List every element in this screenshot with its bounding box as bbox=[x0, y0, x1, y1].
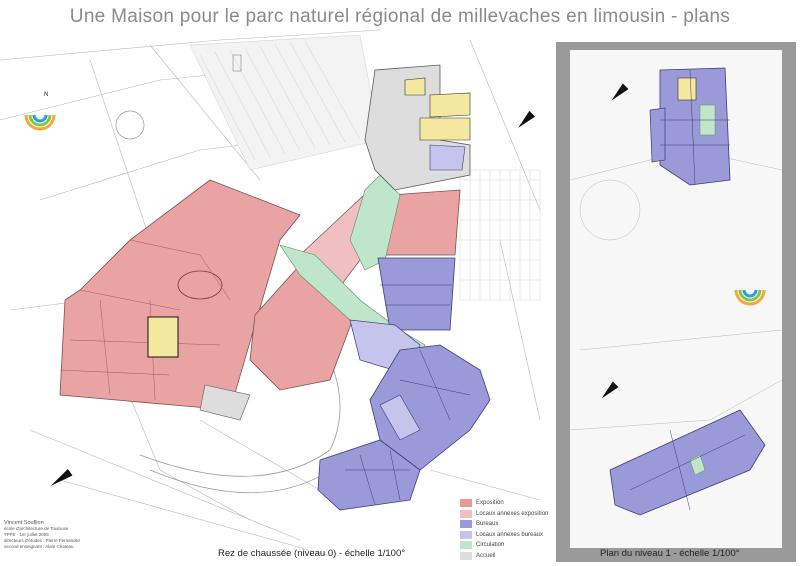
roundabout bbox=[115, 110, 145, 140]
north-arrow-left bbox=[50, 468, 73, 487]
credits: Vincent Souflion école d'architecture de… bbox=[4, 520, 94, 550]
legend-label: Locaux annexes exposition bbox=[476, 510, 549, 517]
ground-hatch-right bbox=[459, 169, 541, 301]
level1-orientation-logo bbox=[734, 289, 766, 306]
legend-swatch bbox=[460, 499, 472, 508]
level1-north-arrow bbox=[611, 83, 629, 101]
legend: Exposition Locaux annexes exposition Bur… bbox=[460, 498, 548, 561]
yellow-room bbox=[147, 316, 179, 358]
level1-yellow bbox=[677, 77, 697, 101]
credit-line: second enseignant : Alain Chateau bbox=[4, 544, 74, 549]
compass-label: N bbox=[44, 92, 48, 98]
legend-label: Bureaux bbox=[476, 521, 499, 528]
orientation-logo bbox=[24, 114, 56, 131]
level1-plan bbox=[570, 67, 782, 516]
legend-item: Circulation bbox=[460, 540, 548, 551]
legend-item: Bureaux bbox=[460, 519, 548, 530]
legend-label: Locaux annexes bureaux bbox=[476, 531, 544, 538]
legend-swatch bbox=[460, 530, 472, 539]
level1-caption: Plan du niveau 1 - échelle 1/100° bbox=[600, 548, 740, 559]
legend-swatch bbox=[460, 551, 472, 560]
level1-context bbox=[570, 149, 782, 431]
legend-item: Locaux annexes exposition bbox=[460, 509, 548, 520]
legend-swatch bbox=[460, 520, 472, 529]
legend-item: Accueil bbox=[460, 551, 548, 562]
parking-hatch bbox=[189, 34, 381, 171]
level1-left-wing bbox=[649, 107, 666, 163]
level1-panel bbox=[556, 42, 796, 562]
legend-item: Exposition bbox=[460, 498, 548, 509]
legend-label: Accueil bbox=[476, 552, 496, 559]
legend-label: Exposition bbox=[476, 500, 504, 507]
north-arrow-top bbox=[518, 110, 536, 128]
ground-floor-caption: Rez de chaussée (niveau 0) - échelle 1/1… bbox=[218, 548, 406, 559]
legend-item: Locaux annexes bureaux bbox=[460, 530, 548, 541]
level1-inner bbox=[570, 50, 782, 548]
legend-swatch bbox=[460, 541, 472, 550]
legend-swatch bbox=[460, 509, 472, 518]
level1-north-arrow-2 bbox=[601, 381, 619, 399]
legend-label: Circulation bbox=[476, 542, 505, 549]
